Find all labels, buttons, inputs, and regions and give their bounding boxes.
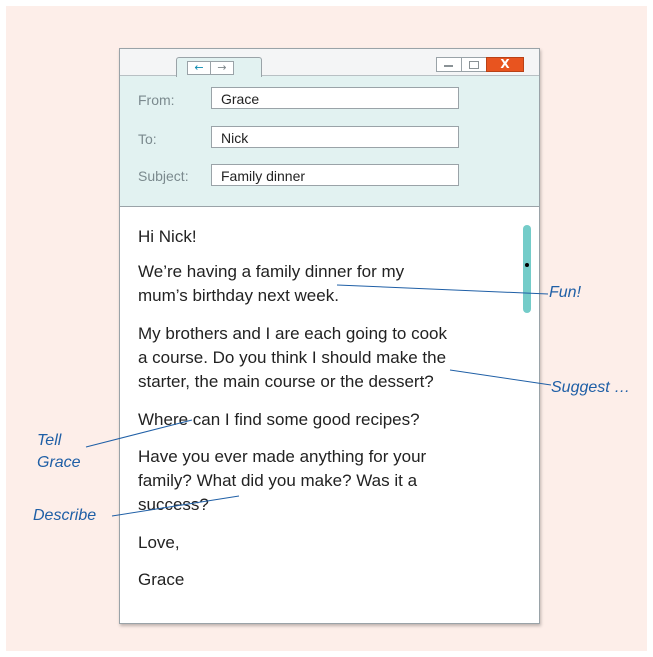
message-line: My brothers and I are each going to cook	[138, 324, 448, 343]
title-bar: ← → X	[120, 49, 539, 77]
note-describe: Describe	[33, 507, 97, 524]
email-window: ← → X From: Grace To: Nick Subject: Fami…	[119, 48, 540, 624]
note-tell-line2: Grace	[37, 454, 81, 471]
subject-field[interactable]: Family dinner	[211, 164, 459, 186]
scrollbar[interactable]	[523, 225, 531, 313]
subject-label: Subject:	[138, 168, 189, 184]
to-label: To:	[138, 131, 157, 147]
message-line: mum’s birthday next week.	[138, 286, 339, 305]
message-line: success?	[138, 495, 209, 514]
browser-tab[interactable]: ← →	[176, 57, 262, 77]
message-line: Have you ever made anything for your	[138, 447, 427, 466]
from-label: From:	[138, 92, 175, 108]
note-suggest: Suggest …	[551, 379, 631, 396]
back-arrow-icon[interactable]: ←	[187, 61, 211, 75]
maximize-button[interactable]	[461, 57, 487, 72]
message-line: Where can I find some good recipes?	[138, 410, 420, 429]
message-line: starter, the main course or the dessert?	[138, 372, 434, 391]
forward-arrow-icon[interactable]: →	[210, 61, 234, 75]
note-tell-line1: Tell	[37, 432, 62, 449]
message-signature: Grace	[138, 570, 185, 589]
note-fun: Fun!	[549, 284, 582, 301]
minimize-button[interactable]	[436, 57, 462, 72]
message-greeting: Hi Nick!	[138, 227, 197, 246]
message-line: family? What did you make? Was it a	[138, 471, 418, 490]
from-field[interactable]: Grace	[211, 87, 459, 109]
message-closing: Love,	[138, 533, 180, 552]
close-button[interactable]: X	[486, 57, 524, 72]
email-header: ← → X From: Grace To: Nick Subject: Fami…	[120, 49, 539, 207]
message-line: a course. Do you think I should make the	[138, 348, 447, 367]
message-line: We’re having a family dinner for my	[138, 262, 405, 281]
scrollbar-thumb-dot	[525, 263, 529, 267]
to-field[interactable]: Nick	[211, 126, 459, 148]
